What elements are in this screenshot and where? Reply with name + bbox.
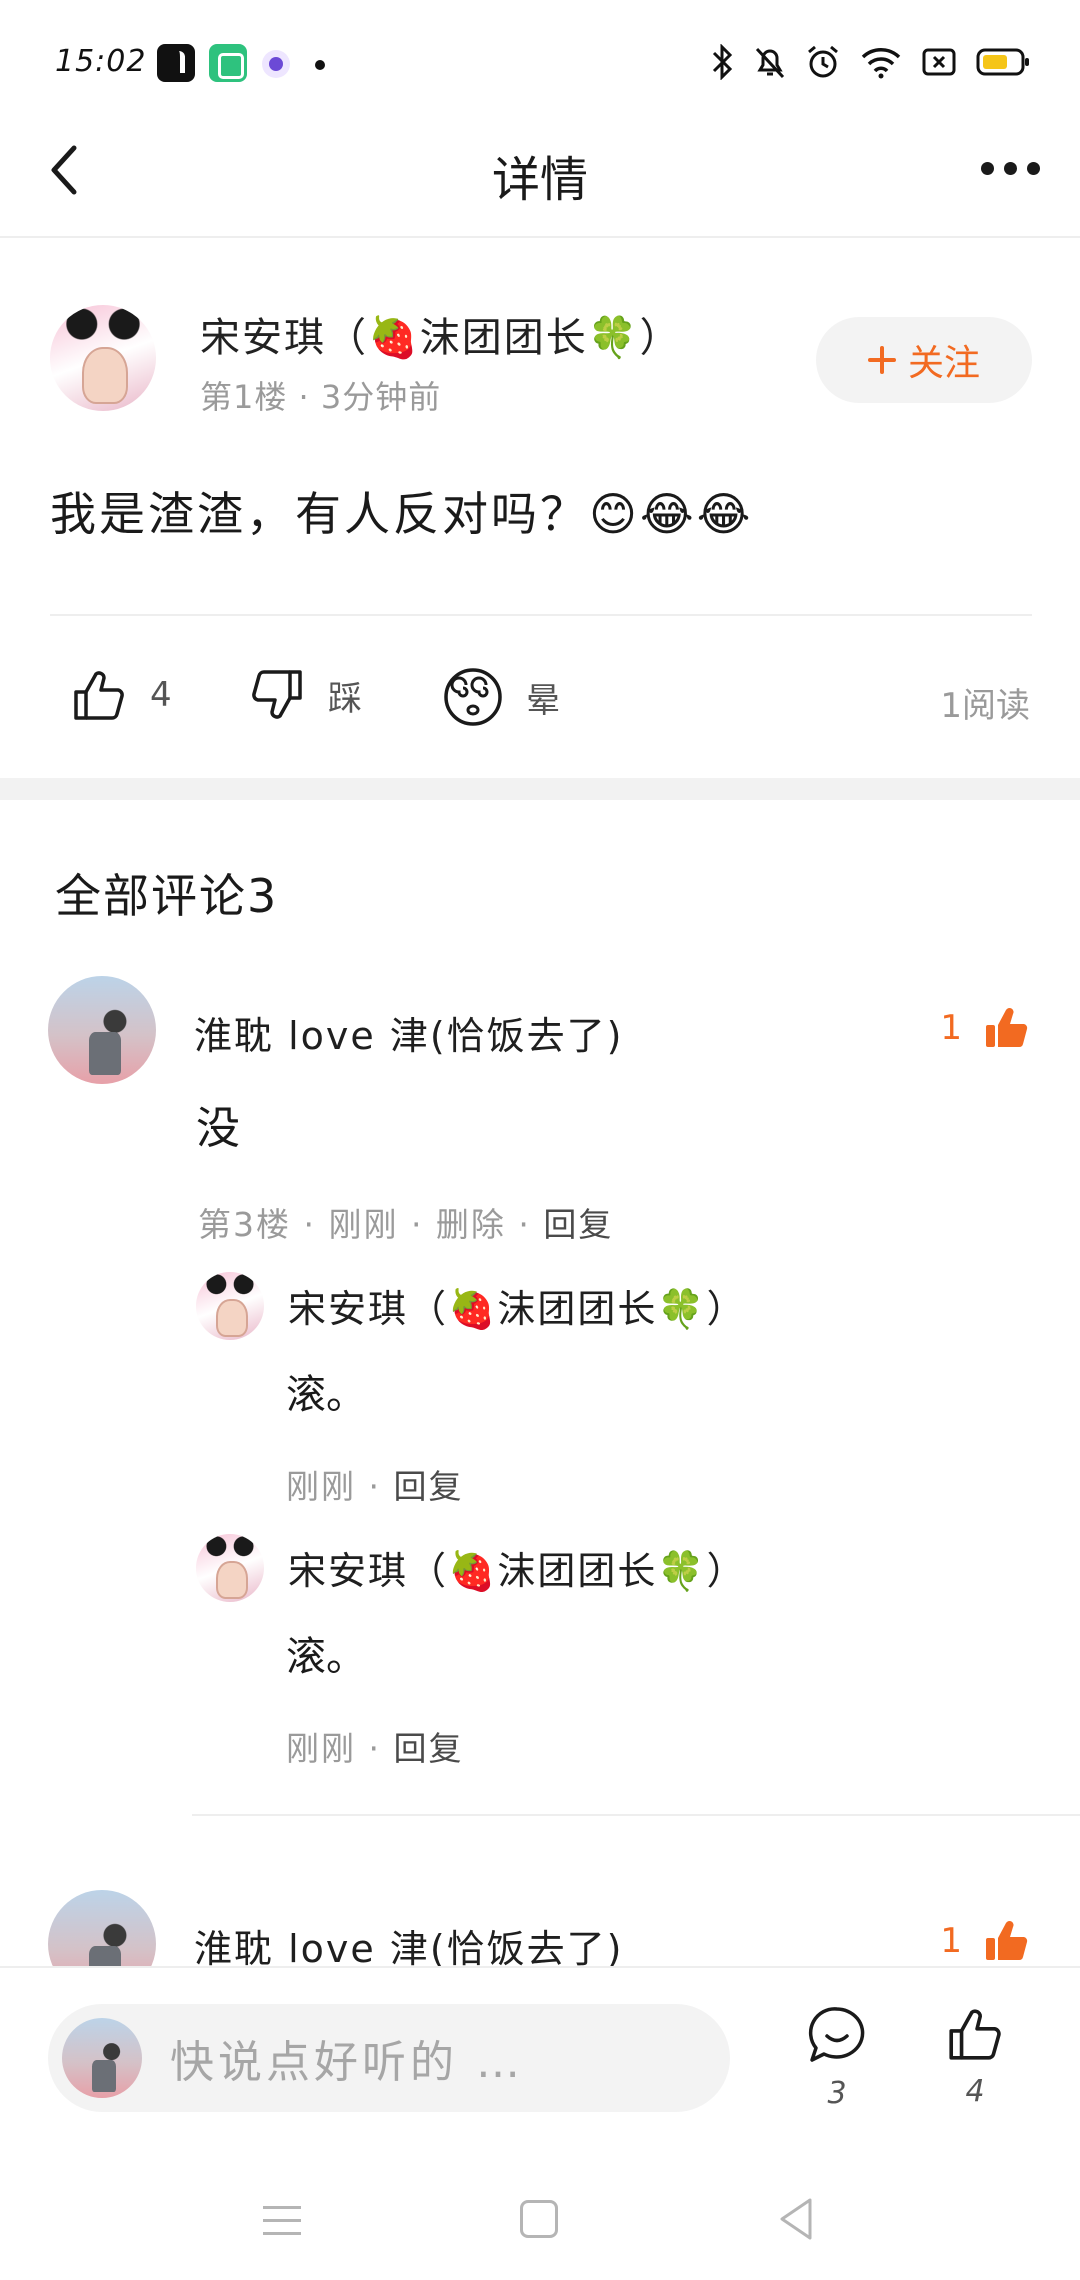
- comment-like-button[interactable]: 1: [940, 1005, 1030, 1051]
- post-content: 我是渣渣，有人反对吗？😊😂😂: [50, 487, 754, 541]
- like-button[interactable]: 4: [935, 2004, 1015, 2109]
- thumbs-up-filled-icon: [986, 1920, 1028, 1961]
- divider: [50, 614, 1032, 616]
- bottom-action-bar: 快说点好听的 … 3 4: [0, 1966, 1080, 2146]
- mute-icon: [755, 47, 785, 79]
- comment-author-name[interactable]: 淮耽 love 津(恰饭去了): [194, 1005, 623, 1060]
- reply-text: 滚。: [286, 1634, 366, 1680]
- comment-author-avatar[interactable]: [48, 976, 156, 1084]
- reply-author-name[interactable]: 宋安琪（🍓沫团团长🍀）: [288, 1540, 747, 1595]
- like-count: 4: [150, 675, 172, 715]
- dizzy-face-icon: [444, 668, 502, 726]
- comments-title: 全部评论3: [55, 869, 279, 923]
- thumbs-up-icon: [949, 2009, 1001, 2060]
- battery-icon: [976, 48, 1029, 76]
- reply-time: 刚刚 ·: [286, 1467, 394, 1506]
- dislike-label: 踩: [328, 678, 362, 719]
- page-title: 详情: [491, 152, 588, 208]
- status-icons: [710, 44, 1030, 80]
- like-button[interactable]: 4: [70, 666, 172, 724]
- thumbs-down-icon: [252, 670, 302, 719]
- notification-dot: [315, 60, 325, 70]
- comment-meta-info: 第3楼 · 刚刚 · 删除 ·: [198, 1205, 544, 1244]
- dizzy-label: 晕: [526, 680, 560, 721]
- top-navigation: 详情: [0, 110, 1080, 238]
- reply-text: 滚。: [286, 1372, 366, 1418]
- dislike-button[interactable]: 踩: [248, 666, 362, 724]
- follow-label: 关注: [907, 343, 980, 384]
- tiktok-app-icon: [157, 44, 195, 82]
- reply-link[interactable]: 回复: [393, 1467, 463, 1506]
- comment-text: 没: [196, 1103, 240, 1154]
- dizzy-button[interactable]: 晕: [442, 666, 560, 728]
- comment-bubble-icon: [808, 2007, 865, 2062]
- sim-icon: [922, 48, 956, 76]
- post-meta: 第1楼 · 3分钟前: [200, 378, 442, 416]
- user-avatar: [62, 2018, 142, 2098]
- like-count: 4: [965, 2074, 985, 2109]
- reply-link[interactable]: 回复: [393, 1729, 463, 1768]
- comment-meta: 第3楼 · 刚刚 · 删除 · 回复: [198, 1198, 613, 1246]
- home-icon[interactable]: [520, 2200, 558, 2238]
- comment-author-name[interactable]: 淮耽 love 津(恰饭去了): [194, 1918, 623, 1973]
- reply-time: 刚刚 ·: [286, 1729, 394, 1768]
- reply-meta: 刚刚 · 回复: [286, 1722, 463, 1770]
- comments-button[interactable]: 3: [797, 2004, 877, 2111]
- reply-author-avatar[interactable]: [196, 1272, 264, 1340]
- comment-input[interactable]: 快说点好听的 …: [48, 2004, 730, 2112]
- comment-count: 3: [827, 2076, 847, 2111]
- bluetooth-icon: [712, 44, 733, 80]
- post-actions: 4 踩 晕 1阅读: [0, 650, 1080, 745]
- alarm-icon: [808, 45, 838, 78]
- follow-button[interactable]: 关注: [816, 317, 1032, 403]
- reply-meta: 刚刚 · 回复: [286, 1460, 463, 1508]
- plus-icon: [867, 346, 896, 374]
- comment-like-button[interactable]: 1: [940, 1918, 1030, 1964]
- reply-link[interactable]: 回复: [543, 1205, 613, 1244]
- back-triangle-icon[interactable]: [776, 2196, 816, 2242]
- reply-author-name[interactable]: 宋安琪（🍓沫团团长🍀）: [288, 1278, 747, 1333]
- comment-like-count: 1: [940, 1008, 962, 1048]
- thumbs-up-icon: [74, 671, 124, 720]
- comment-like-count: 1: [940, 1921, 962, 1961]
- post-author-name[interactable]: 宋安琪（🍓沫团团长🍀）: [200, 305, 682, 363]
- purple-app-icon: [262, 50, 290, 78]
- thumbs-up-filled-icon: [986, 1007, 1028, 1048]
- reply-author-avatar[interactable]: [196, 1534, 264, 1602]
- system-navigation-bar: [0, 2146, 1080, 2280]
- wifi-icon: [861, 48, 901, 79]
- menu-icon[interactable]: [263, 2206, 301, 2245]
- comment-input-placeholder: 快说点好听的 …: [170, 2037, 524, 2088]
- post-author-avatar[interactable]: [50, 305, 156, 411]
- more-dots-icon[interactable]: [981, 162, 1040, 175]
- status-time: 15:02: [55, 44, 147, 79]
- read-count: 1阅读: [940, 686, 1030, 726]
- section-separator: [0, 778, 1080, 800]
- green-app-icon: [209, 44, 247, 82]
- status-bar: 15:02: [0, 0, 1080, 110]
- divider: [192, 1814, 1080, 1816]
